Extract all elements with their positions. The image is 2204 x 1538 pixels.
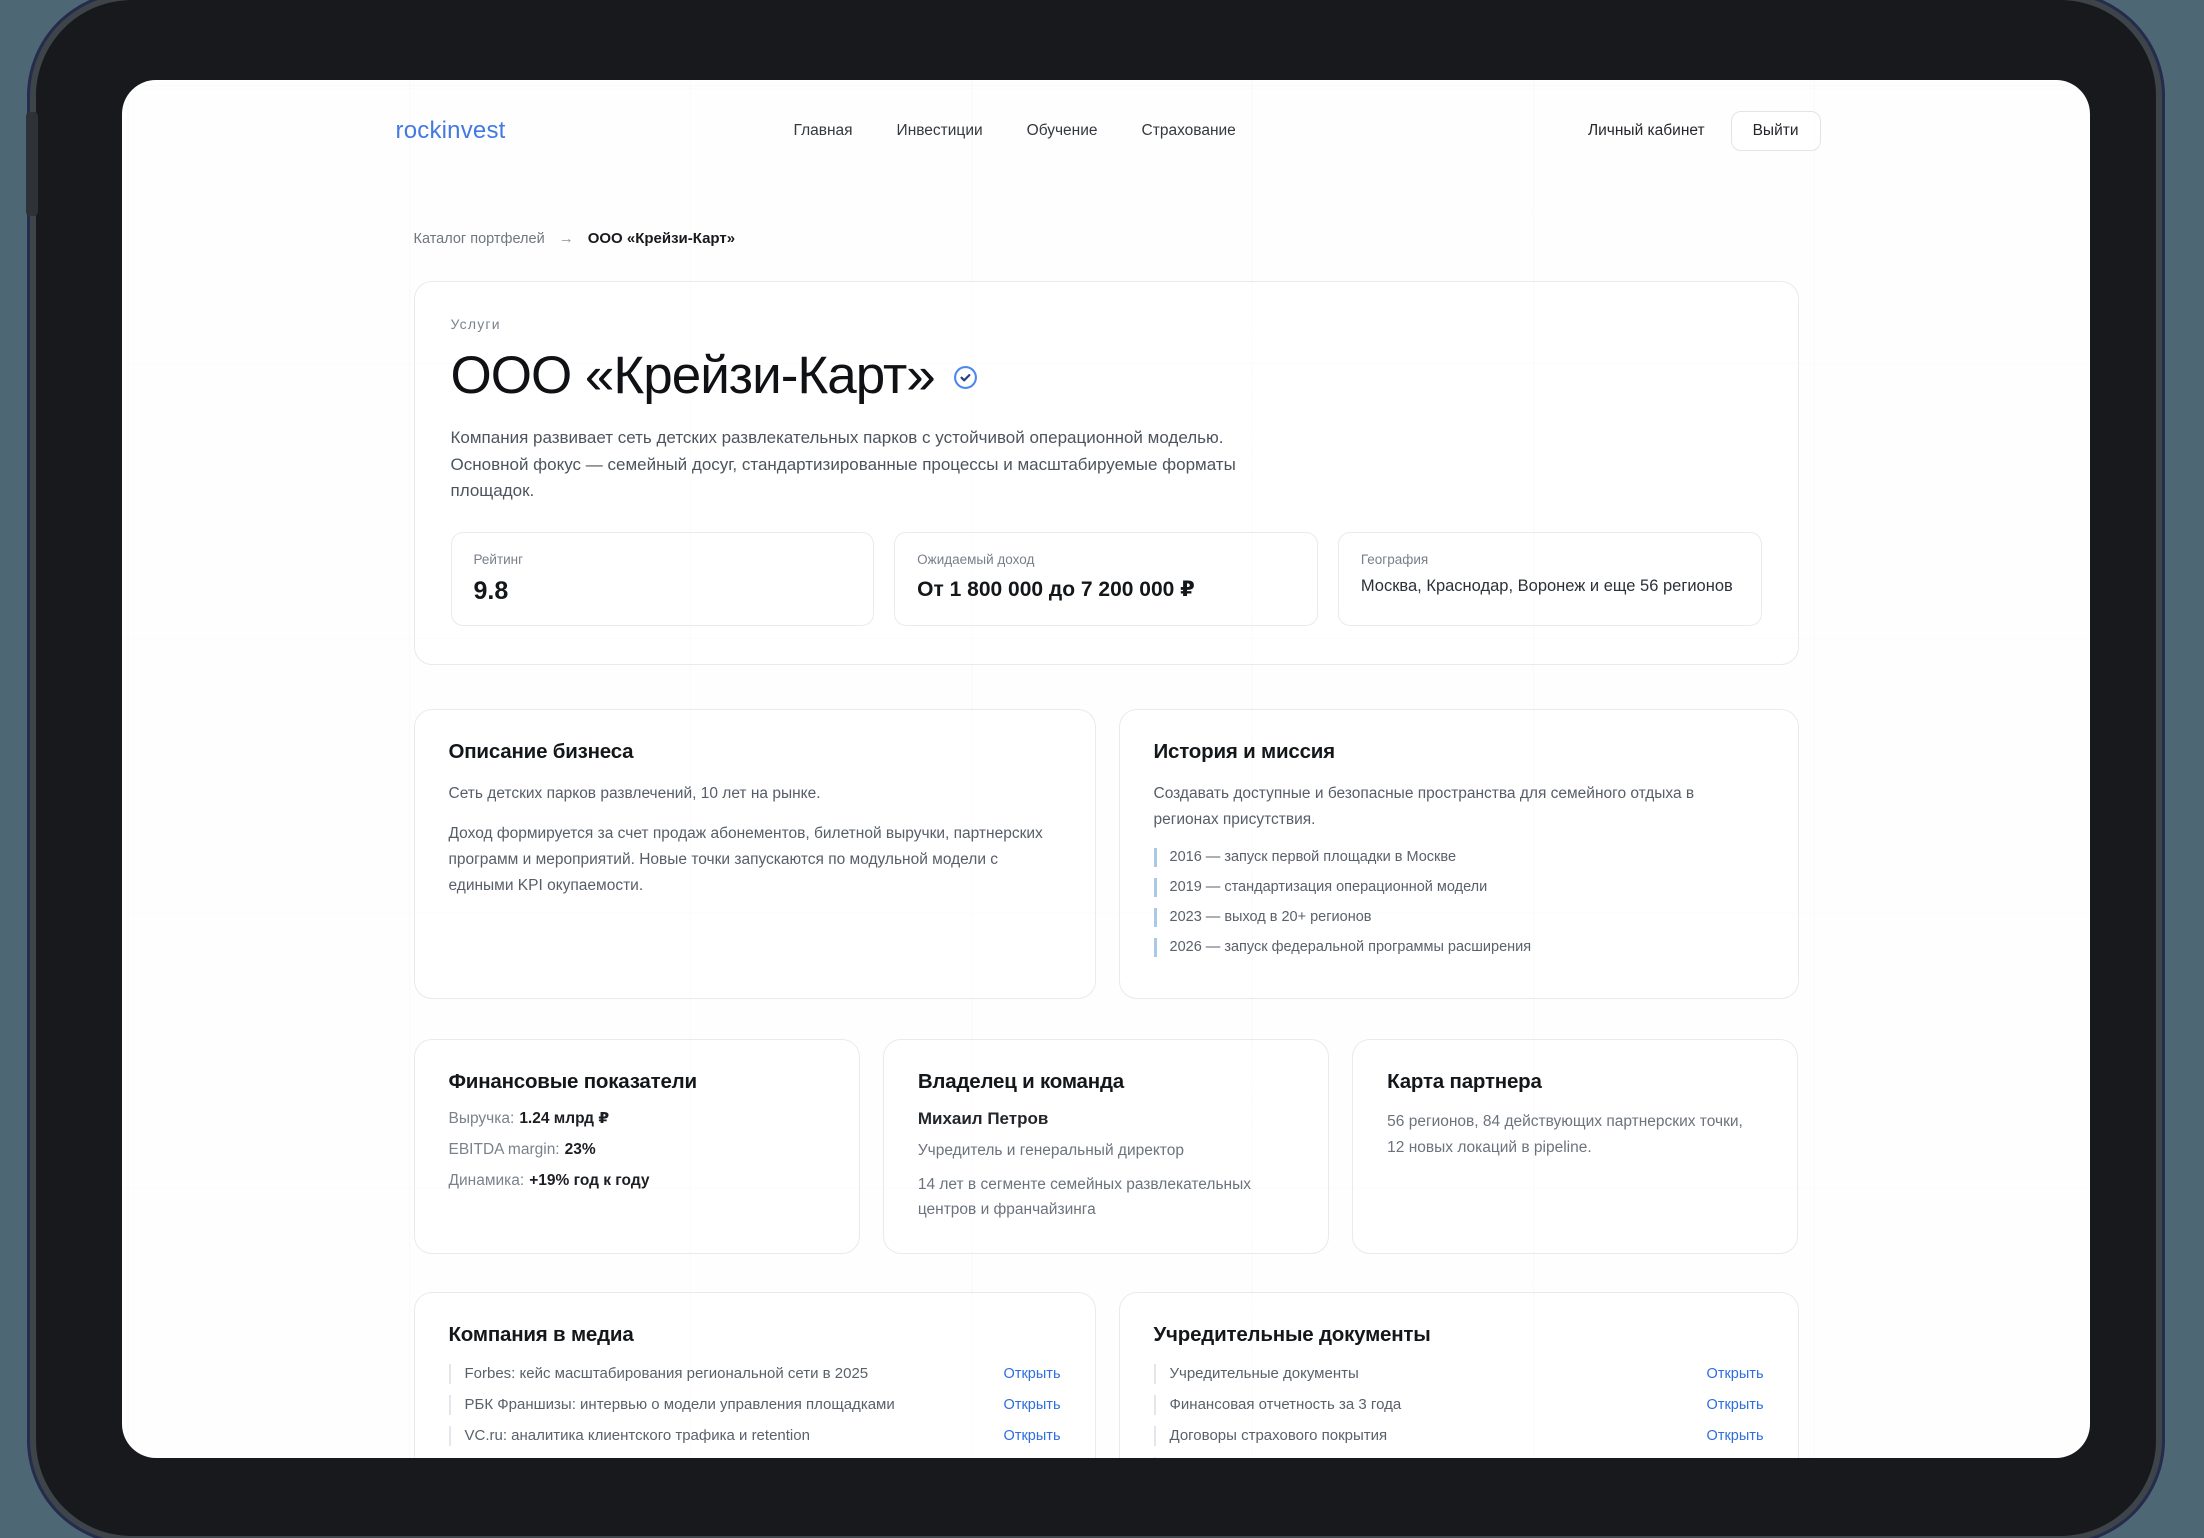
documents-card: Учредительные документы Учредительные до… bbox=[1119, 1292, 1799, 1458]
verified-check-icon bbox=[953, 365, 978, 390]
main-nav: Главная Инвестиции Обучение Страхование bbox=[794, 122, 1236, 140]
stat-geography-label: География bbox=[1361, 552, 1739, 567]
owner-card-title: Владелец и команда bbox=[918, 1070, 1294, 1094]
timeline-item-2016: 2016 — запуск первой площадки в Москве bbox=[1154, 848, 1764, 867]
business-description-card: Описание бизнеса Сеть детских парков раз… bbox=[414, 709, 1096, 999]
open-link[interactable]: Открыть bbox=[1004, 1366, 1061, 1382]
business-paragraph: Доход формируется за счет продаж абонеме… bbox=[449, 821, 1049, 899]
stat-geography-value: Москва, Краснодар, Воронеж и еще 56 реги… bbox=[1361, 577, 1739, 596]
stat-geography: География Москва, Краснодар, Воронеж и е… bbox=[1338, 532, 1762, 626]
media-card: Компания в медиа Forbes: кейс масштабиро… bbox=[414, 1292, 1096, 1458]
tablet-frame: rockinvest Главная Инвестиции Обучение С… bbox=[36, 0, 2156, 1536]
owner-role: Учредитель и генеральный директор bbox=[918, 1142, 1294, 1160]
metric-value: 1.24 млрд ₽ bbox=[519, 1110, 609, 1127]
financials-card: Финансовые показатели Выручка:1.24 млрд … bbox=[414, 1039, 860, 1254]
breadcrumb-arrow-icon: → bbox=[559, 230, 574, 247]
nav-item-investicii[interactable]: Инвестиции bbox=[897, 122, 983, 140]
document-item-tax: Справка о налоговой дисциплине Открыть bbox=[1154, 1457, 1764, 1458]
metric-label: EBITDA margin: bbox=[449, 1141, 560, 1158]
document-item-label: Учредительные документы bbox=[1170, 1364, 1359, 1384]
document-item-label: Договоры страхового покрытия bbox=[1170, 1426, 1388, 1446]
open-link[interactable]: Открыть bbox=[1004, 1397, 1061, 1413]
stat-expected-income: Ожидаемый доход От 1 800 000 до 7 200 00… bbox=[894, 532, 1318, 626]
document-item-label: Финансовая отчетность за 3 года bbox=[1170, 1395, 1402, 1415]
timeline: 2016 — запуск первой площадки в Москве 2… bbox=[1154, 848, 1764, 957]
stat-rating: Рейтинг 9.8 bbox=[451, 532, 875, 626]
logout-button[interactable]: Выйти bbox=[1731, 111, 1821, 151]
media-item-forbes: Forbes: кейс масштабирования регионально… bbox=[449, 1364, 1061, 1384]
nav-item-glavnaya[interactable]: Главная bbox=[794, 122, 853, 140]
financial-metric-revenue: Выручка:1.24 млрд ₽ bbox=[449, 1109, 825, 1129]
timeline-item-2019: 2019 — стандартизация операционной модел… bbox=[1154, 878, 1764, 897]
document-item-label: Справка о налоговой дисциплине bbox=[1170, 1457, 1405, 1458]
partner-map-text: 56 регионов, 84 действующих партнерских … bbox=[1387, 1109, 1763, 1161]
mission-text: Создавать доступные и безопасные простра… bbox=[1154, 781, 1719, 833]
breadcrumb: Каталог портфелей → ООО «Крейзи-Карт» bbox=[414, 230, 1799, 247]
open-link[interactable]: Открыть bbox=[1004, 1428, 1061, 1444]
metric-label: Выручка: bbox=[449, 1110, 515, 1127]
nav-item-obuchenie[interactable]: Обучение bbox=[1027, 122, 1098, 140]
financial-metric-ebitda: EBITDA margin: 23% bbox=[449, 1140, 825, 1160]
page-title: ООО «Крейзи-Карт» bbox=[451, 346, 935, 405]
timeline-item-2023: 2023 — выход в 20+ регионов bbox=[1154, 908, 1764, 927]
metric-value: +19% год к году bbox=[529, 1172, 649, 1189]
owner-name: Михаил Петров bbox=[918, 1109, 1294, 1129]
open-link[interactable]: Открыть bbox=[1707, 1428, 1764, 1444]
open-link[interactable]: Открыть bbox=[1707, 1366, 1764, 1382]
company-hero-card: Услуги ООО «Крейзи-Карт» Компания развив… bbox=[414, 281, 1799, 665]
history-mission-card: История и миссия Создавать доступные и б… bbox=[1119, 709, 1799, 999]
owner-team-card: Владелец и команда Михаил Петров Учредит… bbox=[883, 1039, 1329, 1254]
media-item-rbk: РБК Франшизы: интервью о модели управлен… bbox=[449, 1395, 1061, 1415]
document-item-founding: Учредительные документы Открыть bbox=[1154, 1364, 1764, 1384]
media-card-title: Компания в медиа bbox=[449, 1323, 1061, 1347]
business-card-title: Описание бизнеса bbox=[449, 740, 1061, 764]
business-paragraph: Сеть детских парков развлечений, 10 лет … bbox=[449, 781, 1061, 807]
stat-income-label: Ожидаемый доход bbox=[917, 552, 1295, 567]
history-card-title: История и миссия bbox=[1154, 740, 1764, 764]
partner-map-card: Карта партнера 56 регионов, 84 действующ… bbox=[1352, 1039, 1798, 1254]
site-header: rockinvest Главная Инвестиции Обучение С… bbox=[122, 80, 2090, 182]
account-area: Личный кабинет Выйти bbox=[1588, 111, 1821, 151]
personal-cabinet-link[interactable]: Личный кабинет bbox=[1588, 122, 1705, 140]
browser-screen: rockinvest Главная Инвестиции Обучение С… bbox=[122, 80, 2090, 1458]
stat-rating-value: 9.8 bbox=[474, 577, 852, 606]
metric-value: 23% bbox=[565, 1141, 596, 1158]
logo[interactable]: rockinvest bbox=[396, 117, 506, 145]
media-item-label: РБК Франшизы: интервью о модели управлен… bbox=[465, 1395, 895, 1415]
document-item-financial-report: Финансовая отчетность за 3 года Открыть bbox=[1154, 1395, 1764, 1415]
company-category-label: Услуги bbox=[451, 316, 1762, 332]
financial-metric-dynamics: Динамика:+19% год к году bbox=[449, 1171, 825, 1191]
stat-rating-label: Рейтинг bbox=[474, 552, 852, 567]
timeline-item-2026: 2026 — запуск федеральной программы расш… bbox=[1154, 938, 1764, 957]
breadcrumb-current: ООО «Крейзи-Карт» bbox=[588, 230, 735, 247]
open-link[interactable]: Открыть bbox=[1707, 1397, 1764, 1413]
nav-item-strahovanie[interactable]: Страхование bbox=[1142, 122, 1236, 140]
media-item-label: VC.ru: аналитика клиентского трафика и r… bbox=[465, 1426, 810, 1446]
owner-experience: 14 лет в сегменте семейных развлекательн… bbox=[918, 1173, 1294, 1223]
stat-income-value: От 1 800 000 до 7 200 000 ₽ bbox=[917, 577, 1295, 602]
documents-card-title: Учредительные документы bbox=[1154, 1323, 1764, 1347]
breadcrumb-catalog-link[interactable]: Каталог портфелей bbox=[414, 231, 545, 247]
media-item-vcru: VC.ru: аналитика клиентского трафика и r… bbox=[449, 1426, 1061, 1446]
document-item-insurance: Договоры страхового покрытия Открыть bbox=[1154, 1426, 1764, 1446]
financials-card-title: Финансовые показатели bbox=[449, 1070, 825, 1094]
metric-label: Динамика: bbox=[449, 1172, 525, 1189]
partner-map-card-title: Карта партнера bbox=[1387, 1070, 1763, 1094]
hero-stats-row: Рейтинг 9.8 Ожидаемый доход От 1 800 000… bbox=[451, 532, 1762, 626]
company-description: Компания развивает сеть детских развлека… bbox=[451, 425, 1271, 505]
media-item-label: Forbes: кейс масштабирования регионально… bbox=[465, 1364, 869, 1384]
tablet-side-button bbox=[26, 112, 38, 216]
